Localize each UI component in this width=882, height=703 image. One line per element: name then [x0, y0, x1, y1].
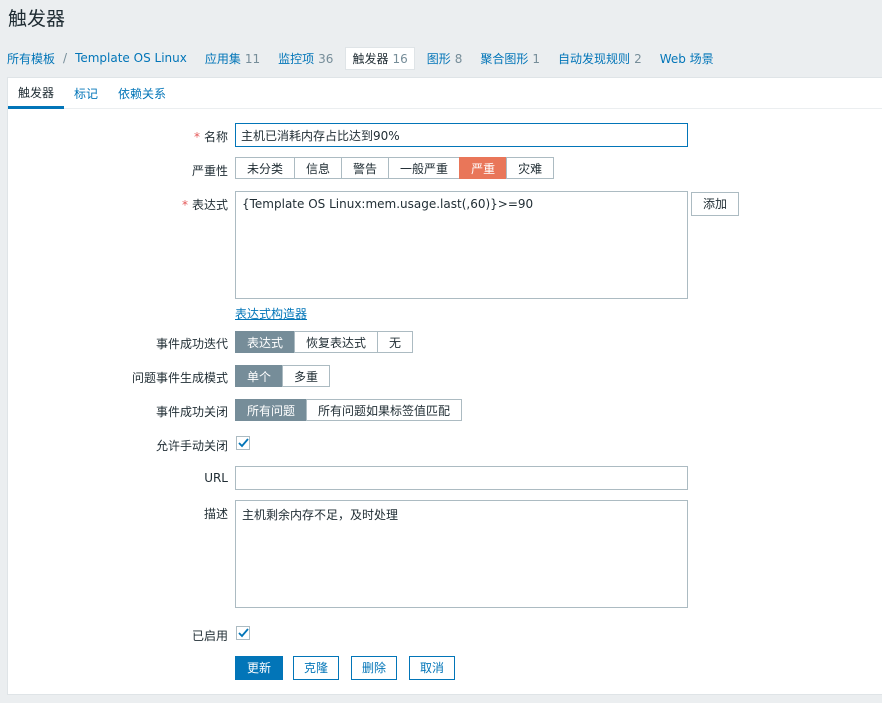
nav-items-count: 36 [318, 51, 334, 66]
required-marker: * [181, 198, 188, 212]
nav-graphs-count: 8 [454, 51, 463, 66]
problem-event-mode-selector: 单个 多重 [235, 365, 331, 387]
expression-label-text: 表达式 [191, 198, 228, 212]
ok-event-none[interactable]: 无 [377, 331, 414, 353]
severity-warning[interactable]: 警告 [341, 157, 390, 179]
severity-not-classified[interactable]: 未分类 [235, 157, 296, 179]
expression-constructor-link[interactable]: 表达式构造器 [235, 305, 307, 322]
problem-mode-multiple[interactable]: 多重 [282, 365, 331, 387]
tab-dependencies[interactable]: 依赖关系 [108, 78, 176, 108]
manual-close-checkbox[interactable] [236, 436, 250, 450]
nav-triggers-count: 16 [392, 51, 408, 66]
severity-disaster[interactable]: 灾难 [506, 157, 555, 179]
url-input[interactable] [235, 466, 688, 490]
close-problems-tag-match[interactable]: 所有问题如果标签值匹配 [306, 399, 463, 421]
name-label: * 名称 [8, 128, 228, 145]
form-tabs: 触发器 标记 依赖关系 [8, 78, 882, 109]
tab-trigger[interactable]: 触发器 [8, 78, 65, 109]
add-expression-button[interactable]: 添加 [691, 192, 740, 216]
nav-applications[interactable]: 应用集 11 [205, 50, 260, 67]
breadcrumb: 所有模板 / Template OS Linux 应用集 11 监控项 36 触发器… [7, 46, 732, 70]
update-button[interactable]: 更新 [235, 656, 284, 680]
severity-selector: 未分类 信息 警告 一般严重 严重 灾难 [235, 157, 555, 179]
page-title: 触发器 [8, 8, 66, 30]
description-label: 描述 [203, 507, 228, 521]
url-label: URL [204, 471, 228, 485]
expression-textarea[interactable]: {Template OS Linux:mem.usage.last(,60)}>… [235, 191, 688, 299]
nav-applications-label: 应用集 [204, 51, 241, 66]
nav-screens[interactable]: 聚合图形 1 [480, 50, 540, 67]
nav-graphs[interactable]: 图形 8 [427, 50, 463, 67]
ok-event-expression[interactable]: 表达式 [235, 331, 296, 353]
severity-average[interactable]: 一般严重 [388, 157, 461, 179]
ok-event-generation-label: 事件成功迭代 [155, 337, 228, 351]
nav-web-scenarios[interactable]: Web 场景 [660, 50, 714, 67]
expression-label: * 表达式 [8, 196, 228, 213]
severity-high[interactable]: 严重 [459, 157, 508, 179]
cancel-button[interactable]: 取消 [409, 656, 456, 680]
name-input[interactable] [235, 123, 688, 147]
ok-event-closes-label: 事件成功关闭 [155, 405, 228, 419]
delete-button[interactable]: 删除 [351, 656, 398, 680]
check-icon [238, 628, 249, 638]
enabled-label: 已启用 [191, 629, 228, 643]
nav-discovery-rules-count: 2 [634, 51, 642, 66]
enabled-checkbox[interactable] [236, 626, 250, 640]
close-all-problems[interactable]: 所有问题 [235, 399, 308, 421]
nav-discovery-rules[interactable]: 自动发现规则 2 [558, 50, 642, 67]
check-icon [238, 438, 249, 448]
tab-tags[interactable]: 标记 [64, 78, 108, 108]
required-marker: * [193, 130, 200, 144]
problem-event-mode-label: 问题事件生成模式 [131, 371, 228, 385]
nav-triggers-label: 触发器 [352, 51, 389, 66]
nav-applications-count: 11 [244, 51, 261, 66]
nav-triggers[interactable]: 触发器 16 [345, 46, 415, 70]
ok-event-closes-selector: 所有问题 所有问题如果标签值匹配 [235, 399, 463, 421]
nav-screens-count: 1 [532, 51, 541, 66]
severity-information[interactable]: 信息 [294, 157, 343, 179]
nav-graphs-label: 图形 [426, 51, 451, 66]
nav-items-label: 监控项 [278, 51, 315, 66]
nav-items[interactable]: 监控项 36 [278, 50, 333, 67]
breadcrumb-template[interactable]: Template OS Linux [75, 51, 187, 65]
trigger-form-card: 触发器 标记 依赖关系 *名称 严重性 未分类 信息 警告 一般严重 严重 灾难… [7, 77, 882, 695]
clone-button[interactable]: 克隆 [293, 656, 340, 680]
severity-label: 严重性 [191, 164, 228, 178]
nav-screens-label: 聚合图形 [480, 51, 529, 66]
breadcrumb-separator: / [63, 51, 68, 65]
name-label-text: 名称 [203, 130, 228, 144]
ok-event-generation-selector: 表达式 恢复表达式 无 [235, 331, 414, 353]
manual-close-label: 允许手动关闭 [155, 439, 228, 453]
problem-mode-single[interactable]: 单个 [235, 365, 284, 387]
nav-discovery-rules-label: 自动发现规则 [558, 51, 631, 66]
ok-event-recovery-expression[interactable]: 恢复表达式 [294, 331, 379, 353]
description-textarea[interactable]: 主机剩余内存不足，及时处理 [235, 500, 688, 608]
nav-web-scenarios-label: Web 场景 [659, 51, 714, 66]
breadcrumb-all-templates[interactable]: 所有模板 [7, 50, 55, 67]
